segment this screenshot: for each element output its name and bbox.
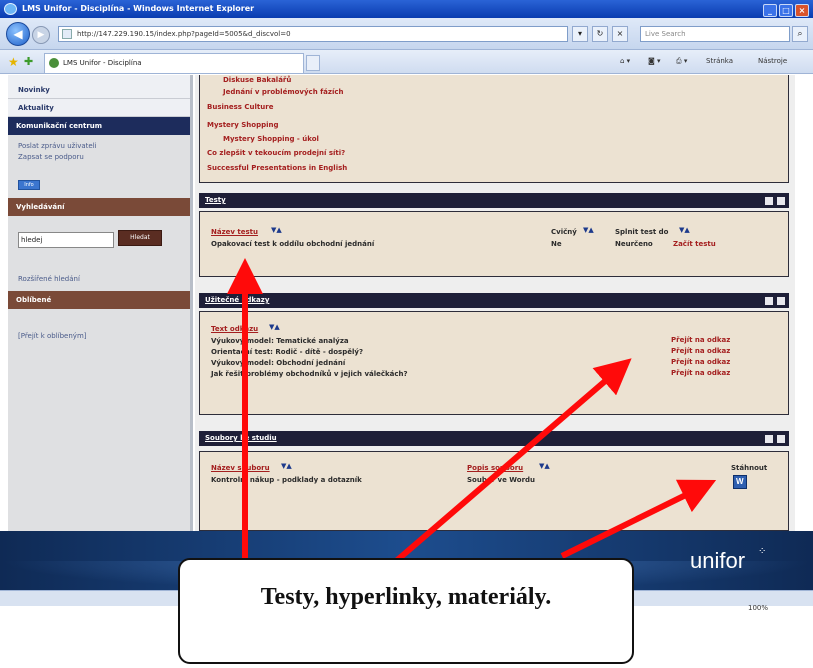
annotation-callout: Testy, hyperlinky, materiály. <box>178 558 634 664</box>
arrow-to-materials <box>560 479 717 559</box>
annotation-text: Testy, hyperlinky, materiály. <box>260 584 552 610</box>
arrow-to-links <box>393 358 632 565</box>
